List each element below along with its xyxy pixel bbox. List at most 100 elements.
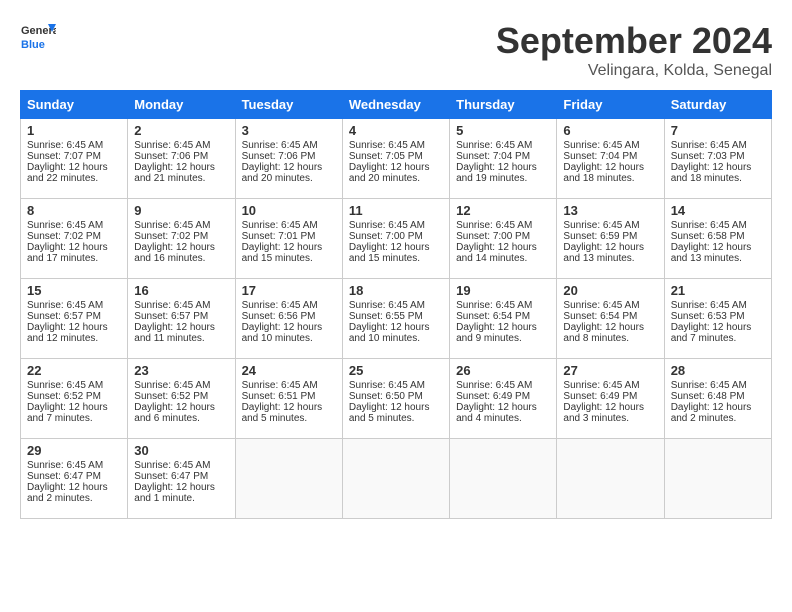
sunset: Sunset: 6:56 PM bbox=[242, 311, 336, 322]
sunset: Sunset: 7:04 PM bbox=[456, 151, 550, 162]
day-number: 13 bbox=[563, 203, 657, 218]
sunset: Sunset: 6:48 PM bbox=[671, 391, 765, 402]
daylight: Daylight: 12 hours and 10 minutes. bbox=[349, 322, 443, 344]
col-friday: Friday bbox=[557, 91, 664, 119]
sunrise: Sunrise: 6:45 AM bbox=[563, 380, 657, 391]
daylight: Daylight: 12 hours and 4 minutes. bbox=[456, 402, 550, 424]
calendar-cell: 6 Sunrise: 6:45 AM Sunset: 7:04 PM Dayli… bbox=[557, 119, 664, 199]
sunrise: Sunrise: 6:45 AM bbox=[134, 220, 228, 231]
calendar-cell bbox=[342, 439, 449, 519]
calendar-cell: 20 Sunrise: 6:45 AM Sunset: 6:54 PM Dayl… bbox=[557, 279, 664, 359]
calendar-cell bbox=[235, 439, 342, 519]
sunrise: Sunrise: 6:45 AM bbox=[671, 220, 765, 231]
sunset: Sunset: 7:03 PM bbox=[671, 151, 765, 162]
sunrise: Sunrise: 6:45 AM bbox=[349, 380, 443, 391]
sunset: Sunset: 6:58 PM bbox=[671, 231, 765, 242]
sunset: Sunset: 7:02 PM bbox=[27, 231, 121, 242]
col-sunday: Sunday bbox=[21, 91, 128, 119]
daylight: Daylight: 12 hours and 14 minutes. bbox=[456, 242, 550, 264]
sunset: Sunset: 6:55 PM bbox=[349, 311, 443, 322]
day-number: 2 bbox=[134, 123, 228, 138]
day-number: 17 bbox=[242, 283, 336, 298]
sunrise: Sunrise: 6:45 AM bbox=[349, 220, 443, 231]
sunrise: Sunrise: 6:45 AM bbox=[563, 140, 657, 151]
month-title: September 2024 bbox=[496, 20, 772, 62]
day-number: 29 bbox=[27, 443, 121, 458]
sunset: Sunset: 7:07 PM bbox=[27, 151, 121, 162]
day-number: 11 bbox=[349, 203, 443, 218]
sunset: Sunset: 6:57 PM bbox=[27, 311, 121, 322]
calendar-cell bbox=[664, 439, 771, 519]
daylight: Daylight: 12 hours and 2 minutes. bbox=[671, 402, 765, 424]
daylight: Daylight: 12 hours and 13 minutes. bbox=[563, 242, 657, 264]
daylight: Daylight: 12 hours and 11 minutes. bbox=[134, 322, 228, 344]
calendar-cell: 22 Sunrise: 6:45 AM Sunset: 6:52 PM Dayl… bbox=[21, 359, 128, 439]
daylight: Daylight: 12 hours and 13 minutes. bbox=[671, 242, 765, 264]
sunset: Sunset: 6:59 PM bbox=[563, 231, 657, 242]
calendar-cell: 25 Sunrise: 6:45 AM Sunset: 6:50 PM Dayl… bbox=[342, 359, 449, 439]
day-number: 10 bbox=[242, 203, 336, 218]
day-number: 5 bbox=[456, 123, 550, 138]
col-monday: Monday bbox=[128, 91, 235, 119]
daylight: Daylight: 12 hours and 10 minutes. bbox=[242, 322, 336, 344]
calendar-week-0: 1 Sunrise: 6:45 AM Sunset: 7:07 PM Dayli… bbox=[21, 119, 772, 199]
sunset: Sunset: 7:00 PM bbox=[349, 231, 443, 242]
calendar-cell: 24 Sunrise: 6:45 AM Sunset: 6:51 PM Dayl… bbox=[235, 359, 342, 439]
calendar-cell: 26 Sunrise: 6:45 AM Sunset: 6:49 PM Dayl… bbox=[450, 359, 557, 439]
col-thursday: Thursday bbox=[450, 91, 557, 119]
daylight: Daylight: 12 hours and 9 minutes. bbox=[456, 322, 550, 344]
daylight: Daylight: 12 hours and 15 minutes. bbox=[242, 242, 336, 264]
calendar-cell: 4 Sunrise: 6:45 AM Sunset: 7:05 PM Dayli… bbox=[342, 119, 449, 199]
sunrise: Sunrise: 6:45 AM bbox=[242, 300, 336, 311]
sunrise: Sunrise: 6:45 AM bbox=[242, 140, 336, 151]
calendar-cell: 13 Sunrise: 6:45 AM Sunset: 6:59 PM Dayl… bbox=[557, 199, 664, 279]
daylight: Daylight: 12 hours and 18 minutes. bbox=[671, 162, 765, 184]
calendar-cell: 16 Sunrise: 6:45 AM Sunset: 6:57 PM Dayl… bbox=[128, 279, 235, 359]
sunset: Sunset: 7:05 PM bbox=[349, 151, 443, 162]
sunrise: Sunrise: 6:45 AM bbox=[27, 220, 121, 231]
sunset: Sunset: 6:50 PM bbox=[349, 391, 443, 402]
sunrise: Sunrise: 6:45 AM bbox=[349, 140, 443, 151]
day-number: 28 bbox=[671, 363, 765, 378]
sunset: Sunset: 6:49 PM bbox=[563, 391, 657, 402]
sunrise: Sunrise: 6:45 AM bbox=[242, 380, 336, 391]
daylight: Daylight: 12 hours and 2 minutes. bbox=[27, 482, 121, 504]
sunrise: Sunrise: 6:45 AM bbox=[27, 460, 121, 471]
sunrise: Sunrise: 6:45 AM bbox=[27, 300, 121, 311]
calendar-week-4: 29 Sunrise: 6:45 AM Sunset: 6:47 PM Dayl… bbox=[21, 439, 772, 519]
day-number: 14 bbox=[671, 203, 765, 218]
sunset: Sunset: 7:02 PM bbox=[134, 231, 228, 242]
calendar-cell bbox=[450, 439, 557, 519]
sunrise: Sunrise: 6:45 AM bbox=[456, 220, 550, 231]
calendar-body: 1 Sunrise: 6:45 AM Sunset: 7:07 PM Dayli… bbox=[21, 119, 772, 519]
location: Velingara, Kolda, Senegal bbox=[496, 62, 772, 80]
calendar-cell: 28 Sunrise: 6:45 AM Sunset: 6:48 PM Dayl… bbox=[664, 359, 771, 439]
sunrise: Sunrise: 6:45 AM bbox=[27, 380, 121, 391]
day-number: 16 bbox=[134, 283, 228, 298]
calendar-cell: 5 Sunrise: 6:45 AM Sunset: 7:04 PM Dayli… bbox=[450, 119, 557, 199]
daylight: Daylight: 12 hours and 5 minutes. bbox=[349, 402, 443, 424]
daylight: Daylight: 12 hours and 17 minutes. bbox=[27, 242, 121, 264]
sunset: Sunset: 6:49 PM bbox=[456, 391, 550, 402]
calendar-week-3: 22 Sunrise: 6:45 AM Sunset: 6:52 PM Dayl… bbox=[21, 359, 772, 439]
calendar-cell: 9 Sunrise: 6:45 AM Sunset: 7:02 PM Dayli… bbox=[128, 199, 235, 279]
sunrise: Sunrise: 6:45 AM bbox=[134, 140, 228, 151]
day-number: 20 bbox=[563, 283, 657, 298]
day-number: 27 bbox=[563, 363, 657, 378]
daylight: Daylight: 12 hours and 20 minutes. bbox=[349, 162, 443, 184]
calendar-cell: 21 Sunrise: 6:45 AM Sunset: 6:53 PM Dayl… bbox=[664, 279, 771, 359]
day-number: 9 bbox=[134, 203, 228, 218]
day-number: 1 bbox=[27, 123, 121, 138]
day-number: 24 bbox=[242, 363, 336, 378]
sunrise: Sunrise: 6:45 AM bbox=[671, 300, 765, 311]
daylight: Daylight: 12 hours and 22 minutes. bbox=[27, 162, 121, 184]
calendar-cell: 18 Sunrise: 6:45 AM Sunset: 6:55 PM Dayl… bbox=[342, 279, 449, 359]
day-number: 21 bbox=[671, 283, 765, 298]
sunset: Sunset: 6:54 PM bbox=[456, 311, 550, 322]
sunrise: Sunrise: 6:45 AM bbox=[563, 220, 657, 231]
calendar-cell bbox=[557, 439, 664, 519]
daylight: Daylight: 12 hours and 21 minutes. bbox=[134, 162, 228, 184]
sunset: Sunset: 6:52 PM bbox=[27, 391, 121, 402]
calendar-cell: 12 Sunrise: 6:45 AM Sunset: 7:00 PM Dayl… bbox=[450, 199, 557, 279]
daylight: Daylight: 12 hours and 18 minutes. bbox=[563, 162, 657, 184]
